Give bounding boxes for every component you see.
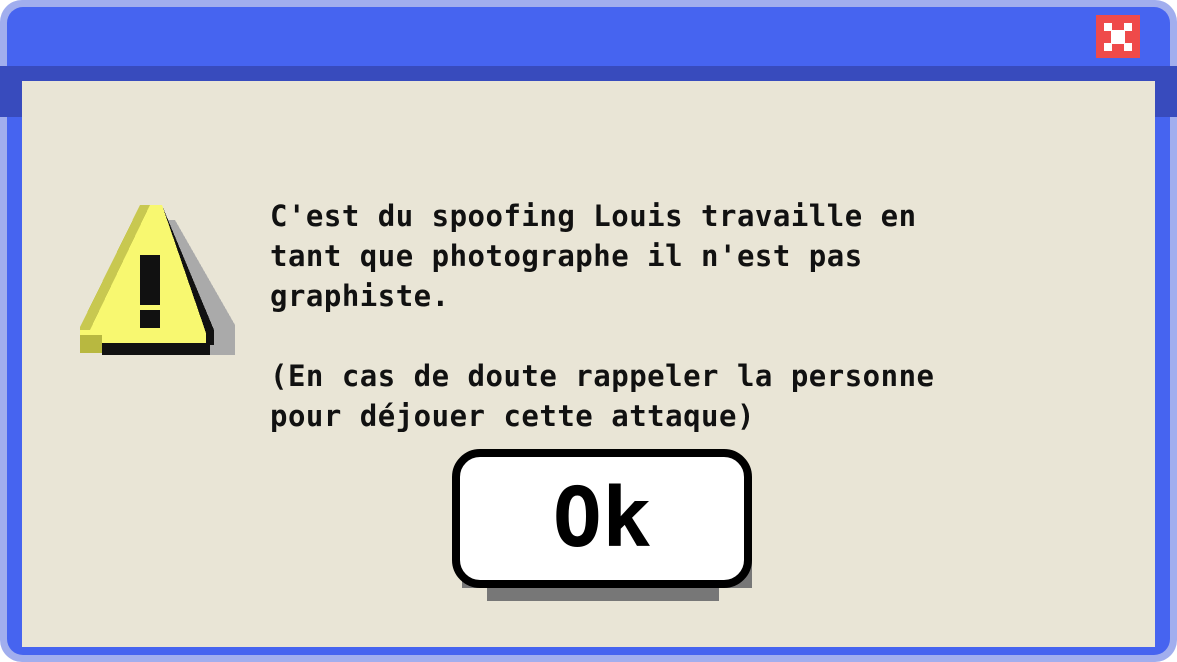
dialog-message: C'est du spoofing Louis travaille en tan… [270, 199, 935, 433]
warning-icon [80, 205, 235, 355]
close-button[interactable] [1096, 15, 1140, 58]
ok-button[interactable]: Ok [452, 449, 752, 588]
